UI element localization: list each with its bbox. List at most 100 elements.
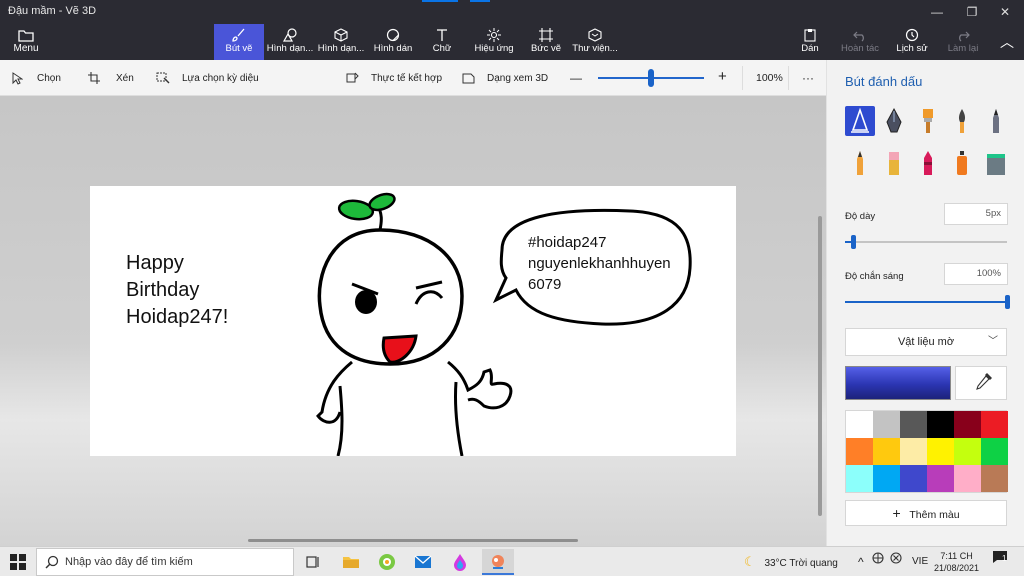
tool-3d-shapes[interactable]: Hình dạn... (316, 24, 366, 60)
paint-app-button[interactable] (450, 552, 470, 572)
palette-color-swatch[interactable] (954, 465, 981, 492)
tray-overflow-button[interactable]: ^ (858, 547, 864, 576)
palette-color-swatch[interactable] (981, 438, 1008, 465)
pixel-pen-brush[interactable] (981, 106, 1011, 136)
history-icon (905, 28, 919, 42)
toolbar: Chọn Xén Lựa chọn kỳ diệu Thực tế kết hợ… (0, 60, 826, 96)
canvas-icon (539, 28, 553, 42)
bubble-line: nguyenlekhanhhuyen (528, 255, 671, 272)
workspace: Happy Birthday Hoidap247! #hoidap247 ngu… (0, 96, 826, 546)
undo-button[interactable]: Hoàn tác (838, 24, 882, 60)
close-button[interactable]: ✕ (988, 0, 1022, 24)
tool-effects[interactable]: Hiệu ứng (472, 24, 516, 60)
palette-color-swatch[interactable] (981, 465, 1008, 492)
start-button[interactable] (10, 554, 30, 574)
zoom-level[interactable]: 100% (756, 70, 783, 86)
menu-button[interactable]: Menu (6, 24, 46, 60)
magic-select-icon (156, 72, 170, 84)
network-button[interactable] (872, 547, 884, 576)
pencil-brush[interactable] (845, 148, 875, 178)
zoom-in-button[interactable]: + (718, 68, 727, 85)
marker-brush[interactable] (845, 106, 875, 136)
material-dropdown[interactable]: Vật liệu mờ ﹀ (845, 328, 1007, 356)
maximize-button[interactable]: ❐ (955, 0, 989, 24)
mixed-reality-icon (346, 72, 359, 83)
select-button[interactable]: Chọn (12, 70, 61, 86)
palette-color-swatch[interactable] (846, 438, 873, 465)
greeting-line: Birthday (126, 279, 200, 301)
input-language[interactable]: VIE (912, 547, 928, 576)
tool-3d-library[interactable]: Thư viện... (572, 24, 618, 60)
palette-color-swatch[interactable] (873, 438, 900, 465)
palette-color-swatch[interactable] (927, 438, 954, 465)
tool-text[interactable]: Chữ (424, 24, 460, 60)
redo-button[interactable]: Làm lại (944, 24, 982, 60)
active-tab-indicator-2 (470, 0, 490, 2)
zoom-out-button[interactable]: — (570, 70, 582, 86)
search-icon (45, 555, 59, 569)
thickness-slider-thumb[interactable] (850, 235, 856, 249)
thickness-input[interactable]: 5px (944, 203, 1008, 225)
notifications-button[interactable]: 1 (992, 547, 1008, 576)
opacity-slider-thumb[interactable] (1004, 295, 1010, 309)
weather-widget[interactable]: ☾ 33°C Trời quang (744, 547, 838, 576)
minimize-button[interactable]: — (920, 0, 954, 24)
eyedropper-button[interactable] (955, 366, 1007, 400)
add-color-label: Thêm màu (909, 509, 960, 521)
horizontal-scrollbar[interactable] (248, 539, 578, 542)
marker-icon (851, 107, 869, 133)
collapse-ribbon-button[interactable]: ︿ (996, 24, 1018, 60)
tool-label: Hiệu ứng (474, 43, 514, 54)
mixed-reality-button[interactable]: Thực tế kết hợp (346, 70, 442, 86)
palette-color-swatch[interactable] (873, 411, 900, 438)
fill-brush[interactable] (981, 148, 1011, 178)
tool-stickers[interactable]: Hình dán (370, 24, 416, 60)
current-color-swatch[interactable] (845, 366, 951, 400)
history-button[interactable]: Lịch sử (894, 24, 930, 60)
tool-canvas[interactable]: Bức vẽ (526, 24, 566, 60)
drawing-canvas[interactable]: Happy Birthday Hoidap247! #hoidap247 ngu… (90, 186, 736, 456)
palette-color-swatch[interactable] (900, 411, 927, 438)
paste-button[interactable]: Dán (796, 24, 824, 60)
palette-color-swatch[interactable] (900, 438, 927, 465)
palette-color-swatch[interactable] (927, 411, 954, 438)
mail-button[interactable] (413, 552, 433, 572)
palette-color-swatch[interactable] (846, 411, 873, 438)
folder-icon (343, 557, 359, 568)
volume-button[interactable] (890, 547, 902, 576)
opacity-input[interactable]: 100% (944, 263, 1008, 285)
eraser-brush[interactable] (879, 148, 909, 178)
taskbar-search-box[interactable]: Nhập vào đây để tìm kiếm (36, 548, 294, 576)
tool-2d-shapes[interactable]: Hình dạn... (266, 24, 314, 60)
clock[interactable]: 7:11 CH 21/08/2021 (934, 550, 979, 576)
file-explorer-button[interactable] (341, 552, 361, 572)
app-button-green[interactable] (377, 552, 397, 572)
vertical-scrollbar[interactable] (818, 216, 822, 516)
ribbon: Menu Bút vẽ Hình dạn... Hình dạn... Hình… (0, 24, 1024, 60)
magic-select-button[interactable]: Lựa chọn kỳ diệu (156, 70, 259, 86)
3d-view-button[interactable]: Dạng xem 3D (462, 70, 548, 86)
calligraphy-pen-brush[interactable] (879, 106, 909, 136)
palette-color-swatch[interactable] (900, 465, 927, 492)
green-app-icon (379, 554, 395, 570)
task-view-button[interactable] (303, 552, 323, 572)
spray-can-brush[interactable] (947, 148, 977, 178)
thickness-slider-track[interactable] (845, 241, 1007, 243)
palette-color-swatch[interactable] (981, 411, 1008, 438)
palette-color-swatch[interactable] (954, 411, 981, 438)
add-color-button[interactable]: + Thêm màu (845, 500, 1007, 526)
watercolor-brush[interactable] (947, 106, 977, 136)
crop-button[interactable]: Xén (88, 70, 134, 86)
taskbar: Nhập vào đây để tìm kiếm ☾ 33°C Trời qua… (0, 546, 1024, 576)
palette-color-swatch[interactable] (873, 465, 900, 492)
more-options-button[interactable]: ··· (802, 70, 814, 86)
zoom-slider-thumb[interactable] (648, 69, 654, 87)
palette-color-swatch[interactable] (954, 438, 981, 465)
crayon-brush[interactable] (913, 148, 943, 178)
spray-can-icon (957, 151, 967, 175)
palette-color-swatch[interactable] (846, 465, 873, 492)
oil-brush[interactable] (913, 106, 943, 136)
tool-brushes[interactable]: Bút vẽ (214, 24, 264, 60)
palette-color-swatch[interactable] (927, 465, 954, 492)
paint-3d-app-button[interactable] (482, 549, 514, 575)
